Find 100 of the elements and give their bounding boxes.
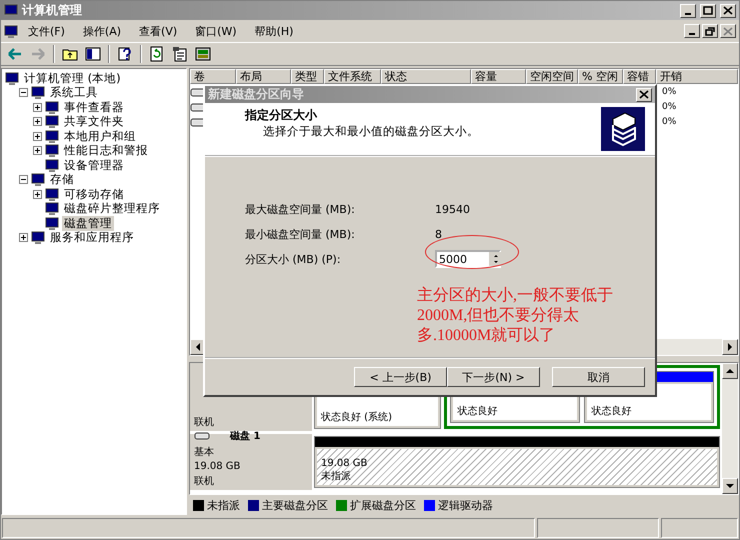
monitor-icon bbox=[45, 202, 59, 216]
partition-status: 状态良好 bbox=[591, 404, 632, 418]
menu-item[interactable]: 文件(F) bbox=[20, 22, 73, 40]
down-triangle-icon bbox=[726, 483, 734, 489]
table-cell: 0% bbox=[662, 102, 676, 112]
column-header[interactable]: 卷 bbox=[190, 69, 236, 84]
wizard-button[interactable]: 下一步(N) > bbox=[447, 367, 540, 387]
close-icon bbox=[723, 6, 733, 15]
column-header[interactable]: 容量 bbox=[471, 69, 526, 84]
menu-item[interactable]: 操作(A) bbox=[74, 22, 130, 40]
monitor-icon bbox=[45, 115, 59, 128]
monitor-icon bbox=[45, 216, 59, 230]
stacked-disks-icon bbox=[601, 107, 645, 151]
disk-name: 磁盘 1 bbox=[230, 430, 260, 443]
tree-item[interactable]: 本地用户和组 bbox=[62, 128, 138, 144]
disk-type: 基本 bbox=[194, 446, 215, 459]
column-header[interactable]: 状态 bbox=[381, 69, 471, 84]
monitor-icon bbox=[45, 158, 59, 172]
menu-item[interactable]: 查看(V) bbox=[131, 22, 186, 40]
menu-item[interactable]: 帮助(H) bbox=[246, 22, 302, 40]
tree-item[interactable]: 磁盘碎片整理程序 bbox=[62, 201, 162, 216]
expand-toggle[interactable] bbox=[19, 233, 28, 242]
tree-item[interactable]: 共享文件夹 bbox=[62, 114, 126, 130]
expand-toggle[interactable] bbox=[33, 102, 42, 112]
maximize-icon bbox=[703, 6, 713, 15]
monitor-icon bbox=[45, 100, 59, 114]
wizard-button[interactable]: 取消 bbox=[552, 367, 645, 387]
dialog-close-button[interactable] bbox=[636, 88, 652, 102]
properties-icon bbox=[172, 46, 188, 62]
partition-status: 状态良好 (系统) bbox=[321, 410, 393, 424]
tree-item[interactable]: 可移动存储 bbox=[62, 186, 126, 202]
scroll-up-button[interactable] bbox=[722, 363, 738, 379]
wizard-subtitle: 选择介于最大和最小值的磁盘分区大小。 bbox=[262, 124, 479, 139]
legend-label: 未指派 bbox=[207, 498, 240, 512]
partition-status: 状态良好 bbox=[457, 404, 498, 418]
info-label: 最大磁盘空间量 (MB): bbox=[245, 202, 356, 216]
partition-size: 19.08 GB bbox=[321, 458, 368, 469]
minimize-icon bbox=[685, 12, 691, 14]
partition-size-spinner[interactable]: 5000 bbox=[435, 250, 501, 268]
monitor-icon bbox=[31, 86, 45, 100]
monitor-icon bbox=[31, 173, 45, 186]
legend-label: 逻辑驱动器 bbox=[438, 498, 493, 512]
tree-item[interactable]: 设备管理器 bbox=[62, 158, 126, 173]
column-header[interactable]: 空闲空间 bbox=[526, 69, 578, 84]
column-header[interactable]: 容错 bbox=[623, 69, 656, 84]
scroll-down-button[interactable] bbox=[722, 478, 738, 494]
expand-toggle[interactable] bbox=[19, 88, 28, 98]
tree-item[interactable]: 计算机管理 (本地) bbox=[22, 70, 123, 86]
wizard-heading: 指定分区大小 bbox=[245, 107, 318, 124]
legend-label: 扩展磁盘分区 bbox=[350, 498, 416, 512]
tree-item[interactable]: 磁盘管理 bbox=[62, 216, 114, 231]
tree-item[interactable]: 性能日志和警报 bbox=[62, 143, 150, 158]
tree-item[interactable]: 服务和应用程序 bbox=[48, 230, 136, 246]
info-label: 最小磁盘空间量 (MB): bbox=[245, 226, 356, 242]
minimize-button[interactable] bbox=[680, 4, 696, 18]
drive-icon bbox=[194, 430, 210, 442]
right-triangle-icon bbox=[727, 343, 733, 351]
close-button[interactable] bbox=[720, 4, 736, 18]
child-minimize-button[interactable] bbox=[684, 24, 700, 38]
partition-block[interactable]: 19.08 GB 未指派 bbox=[314, 436, 720, 488]
table-cell: 0% bbox=[662, 86, 676, 96]
child-restore-icon bbox=[705, 26, 715, 36]
column-header[interactable]: 布局 bbox=[236, 69, 291, 84]
legend-label: 主要磁盘分区 bbox=[262, 498, 328, 512]
left-triangle-icon bbox=[195, 343, 201, 351]
expand-toggle[interactable] bbox=[33, 132, 42, 141]
disk-size: 19.08 GB bbox=[194, 461, 242, 472]
expand-toggle[interactable] bbox=[33, 146, 42, 156]
window-title: 计算机管理 bbox=[22, 2, 83, 19]
expand-toggle[interactable] bbox=[19, 175, 28, 184]
tree-item[interactable]: 存储 bbox=[48, 172, 76, 188]
child-close-button[interactable] bbox=[720, 24, 736, 38]
wizard-button[interactable]: < 上一步(B) bbox=[354, 367, 447, 387]
child-minimize-icon bbox=[689, 33, 695, 35]
column-header[interactable]: 文件系统 bbox=[324, 69, 381, 84]
menu-item[interactable]: 窗口(W) bbox=[187, 22, 245, 40]
table-cell: 0% bbox=[662, 116, 676, 126]
app-icon bbox=[4, 4, 18, 17]
scroll-right-button[interactable] bbox=[722, 339, 738, 355]
info-value: 8 bbox=[435, 228, 442, 240]
tree-item[interactable]: 事件查看器 bbox=[62, 100, 126, 115]
tree-item[interactable]: 系统工具 bbox=[48, 85, 100, 100]
refresh-icon bbox=[149, 46, 165, 62]
dialog-close-icon bbox=[639, 90, 649, 99]
child-restore-button[interactable] bbox=[702, 24, 718, 38]
annotation-text: 主分区的大小,一般不要低于2000M,但也不要分得太多.10000M就可以了 bbox=[417, 286, 614, 346]
expand-toggle[interactable] bbox=[33, 117, 42, 126]
up-triangle-icon bbox=[726, 368, 734, 374]
column-header[interactable]: 开销 bbox=[656, 69, 738, 84]
disk-status: 联机 bbox=[194, 474, 215, 488]
child-close-icon bbox=[723, 26, 733, 36]
column-header[interactable]: 类型 bbox=[291, 69, 324, 84]
expand-toggle[interactable] bbox=[33, 190, 42, 199]
dialog-title: 新建磁盘分区向导 bbox=[208, 86, 305, 103]
spin-down-button[interactable] bbox=[489, 259, 503, 266]
column-header[interactable]: % 空闲 bbox=[578, 69, 623, 84]
monitor-icon bbox=[5, 72, 19, 85]
partition-status: 未指派 bbox=[321, 470, 352, 483]
back-arrow-icon bbox=[7, 46, 23, 62]
maximize-button[interactable] bbox=[700, 4, 716, 18]
